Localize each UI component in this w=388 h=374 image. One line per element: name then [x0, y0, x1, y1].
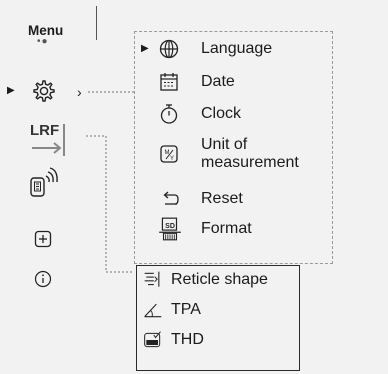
page-indicator-dots: •● — [37, 36, 49, 47]
menu-item-reset[interactable]: Reset — [157, 187, 243, 211]
menu-item-label: Format — [201, 220, 252, 237]
menu-item-label-line1: Unit of — [201, 136, 248, 153]
calendar-icon — [160, 73, 178, 91]
menu-item-tpa[interactable]: TPA — [143, 300, 201, 320]
stopwatch-icon — [160, 104, 178, 124]
settings-submenu: ▶ Language Date Clock M Y Unit of measur… — [134, 31, 333, 264]
menu-item-reticle-shape[interactable]: Reticle shape — [143, 270, 268, 290]
menu-panel: Menu •● ▶ › LRF ▶ Language Date Clock M … — [0, 0, 388, 374]
return-arrow-icon — [163, 191, 179, 205]
reticle-list-icon — [144, 271, 160, 287]
lrf-submenu: Reticle shape TPA THD — [136, 265, 300, 371]
menu-item-label: Reticle shape — [171, 271, 268, 288]
header-divider — [96, 6, 97, 40]
menu-item-label: Date — [201, 73, 235, 90]
submenu-chevron-icon: › — [77, 84, 82, 100]
selection-arrow-icon: ▶ — [7, 85, 15, 96]
settings-connector-line — [88, 91, 134, 93]
menu-item-label: Unit of measurement — [201, 136, 299, 172]
info-icon[interactable] — [34, 270, 52, 288]
settings-gear-icon[interactable] — [30, 77, 58, 105]
menu-item-date[interactable]: Date — [157, 70, 235, 94]
angle-icon — [144, 303, 162, 318]
selection-arrow-icon: ▶ — [141, 43, 149, 54]
add-icon[interactable] — [34, 230, 52, 248]
menu-item-label-line2: measurement — [201, 154, 299, 171]
menu-item-label: THD — [171, 331, 204, 348]
menu-item-format[interactable]: SD Format — [157, 216, 252, 242]
menu-item-language[interactable]: Language — [157, 37, 272, 61]
menu-item-label: Clock — [201, 105, 242, 122]
unit-conversion-icon: M Y — [160, 145, 178, 163]
menu-item-clock[interactable]: Clock — [157, 102, 241, 126]
lrf-icon[interactable]: LRF — [30, 122, 70, 158]
thd-icon — [144, 331, 161, 348]
menu-item-unit-of-measurement[interactable]: M Y Unit of measurement — [157, 136, 299, 172]
menu-item-label: Language — [201, 40, 273, 57]
globe-icon — [159, 39, 179, 59]
menu-item-thd[interactable]: THD — [143, 330, 204, 350]
menu-item-label: Reset — [201, 190, 243, 207]
svg-text:Y: Y — [170, 156, 174, 162]
remote-control-icon[interactable] — [28, 166, 62, 198]
menu-item-label: TPA — [171, 301, 201, 318]
svg-text:SD: SD — [165, 223, 175, 230]
sd-card-format-icon: SD — [159, 217, 181, 241]
